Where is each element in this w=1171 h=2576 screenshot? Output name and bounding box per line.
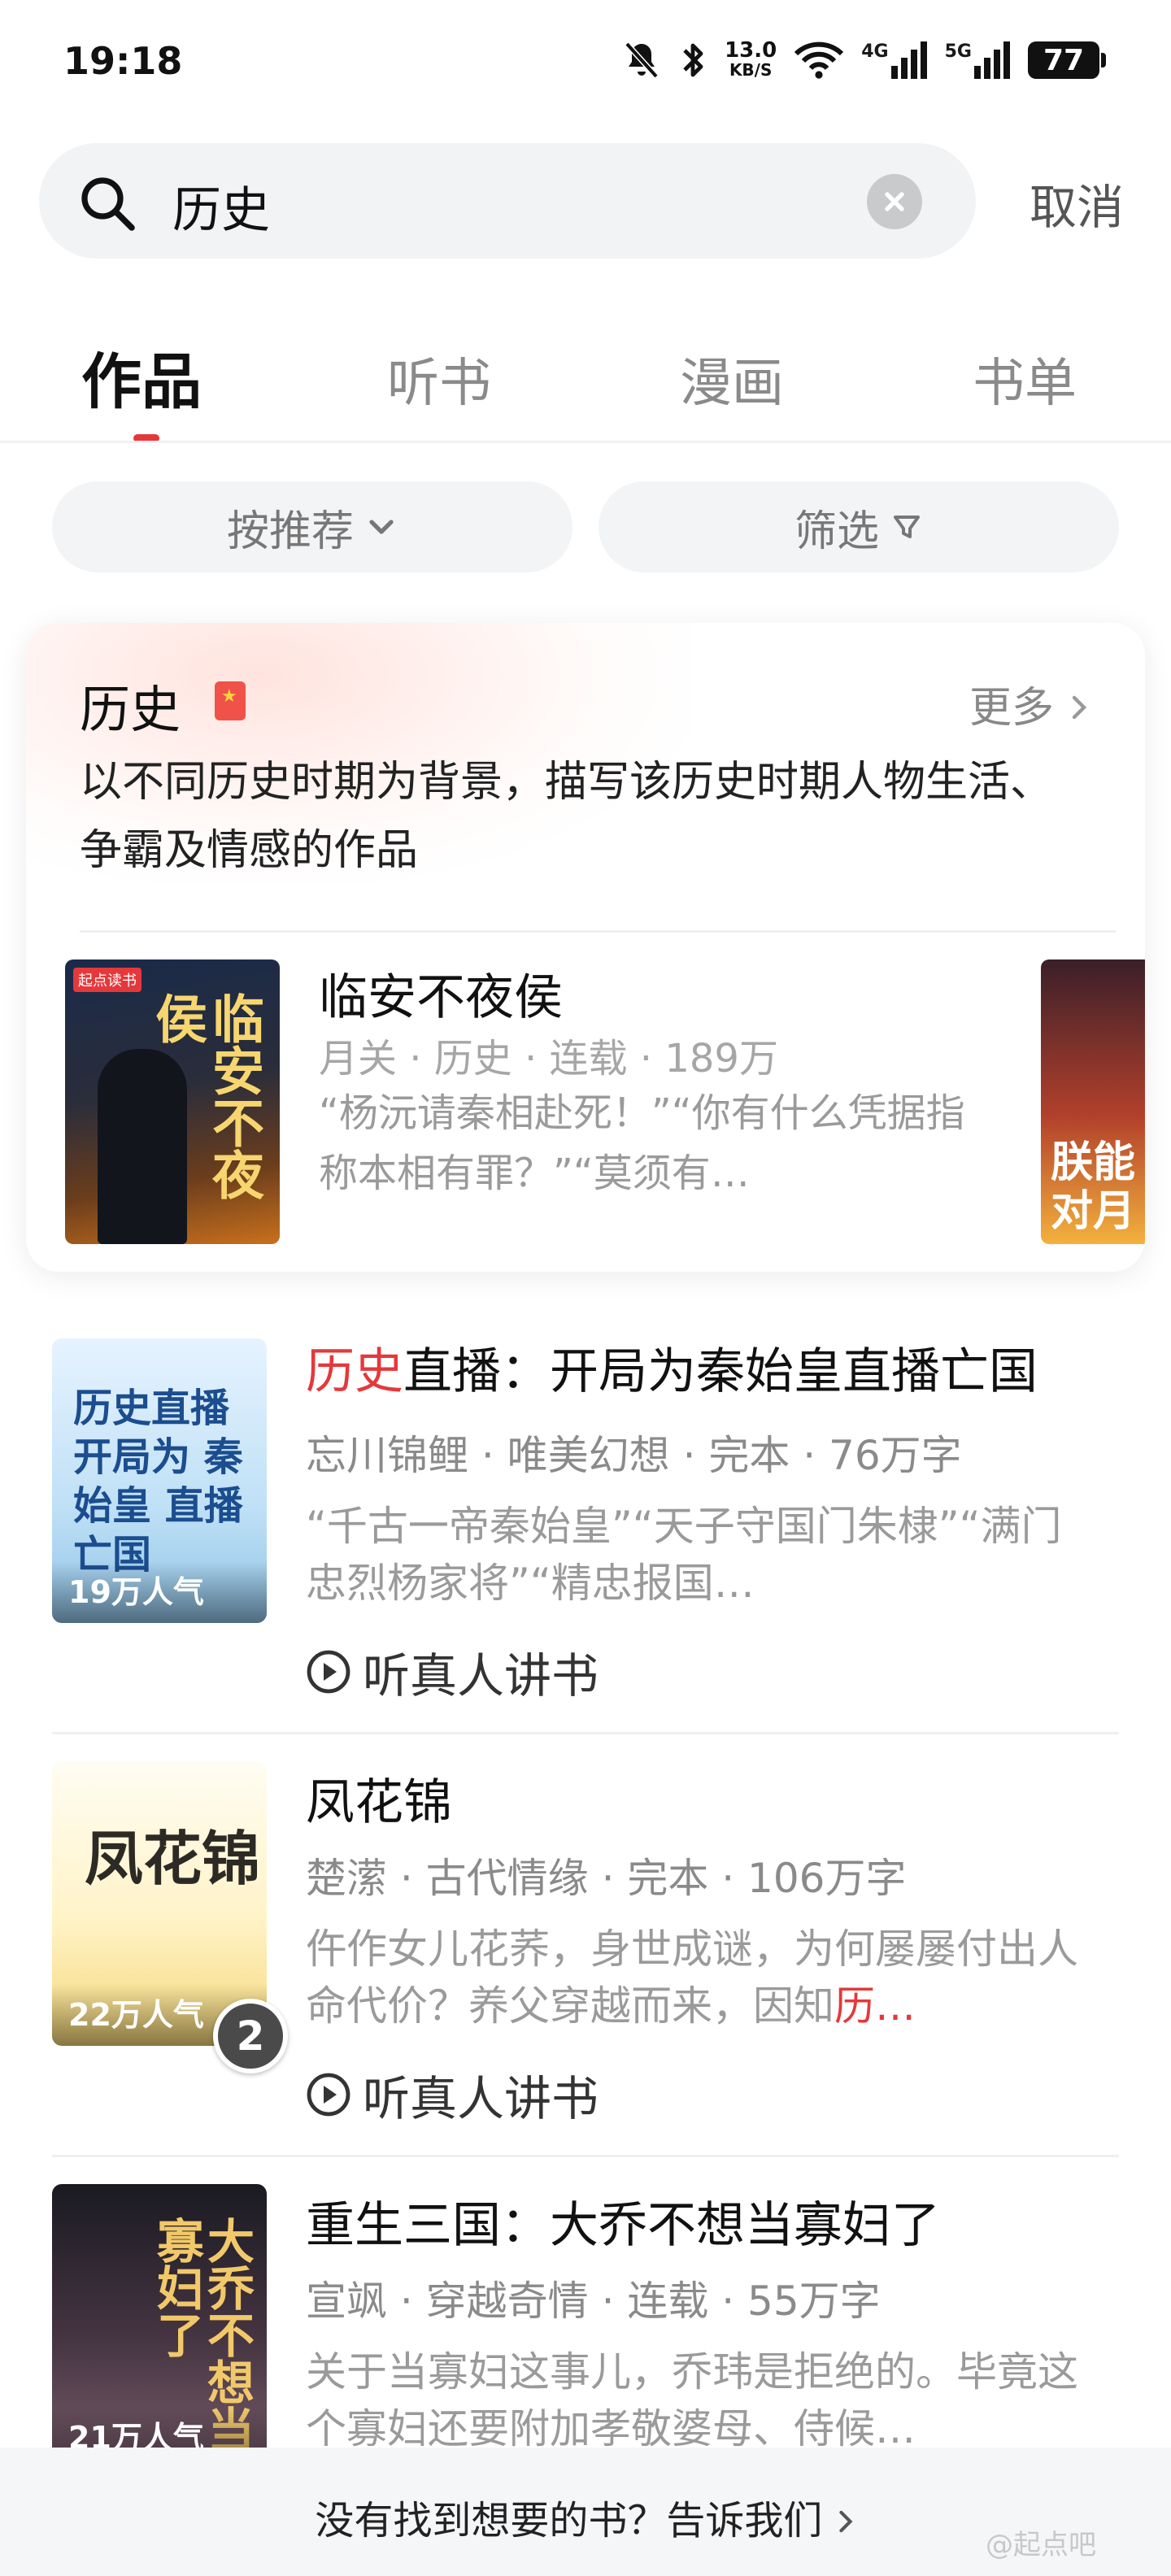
sort-dropdown[interactable]: 按推荐 [52, 481, 572, 572]
filter-button[interactable]: 筛选 [599, 481, 1119, 572]
net-speed-value: 13.0 [725, 38, 777, 63]
rank-badge: 2 [213, 1999, 288, 2073]
book-title[interactable]: 历史直播：开局为秦始皇直播亡国 [306, 1332, 1038, 1403]
tab-comics[interactable]: 漫画 [680, 342, 784, 416]
divider [52, 1732, 1119, 1734]
category-title: 历史 [80, 680, 181, 739]
chevron-down-icon [369, 520, 394, 534]
mute-bell-icon [625, 41, 659, 79]
book-description: 仵作女儿花荞，身世成谜，为何屡屡付出人命代价？养父穿越而来，因知历… [306, 1921, 1086, 2034]
book-meta: 宣飒 · 穿越奇情 · 连载 · 55万字 [306, 2278, 881, 2325]
signal-4g-label: 4G [861, 41, 889, 62]
filter-label: 筛选 [794, 507, 879, 556]
cancel-button[interactable]: 取消 [1030, 169, 1124, 237]
net-speed-unit: KB/S [729, 60, 773, 80]
clear-icon [885, 192, 904, 211]
status-icons: 13.0 KB/S 4G 5G 77 [622, 38, 1106, 81]
wifi-icon [794, 41, 844, 79]
play-circle-icon [307, 1650, 350, 1694]
popularity-label: 22万人气 [68, 1997, 204, 2033]
book-cover[interactable]: 历史直播 开局为 秦始皇 直播亡国 19万人气 [52, 1338, 267, 1623]
description-text: 关于当寡妇这事儿，乔玮是拒绝的。毕竟这个寡妇还要附加孝敬婆母、侍候… [306, 2348, 1078, 2452]
signal-icon [890, 41, 927, 79]
publisher-tag: 起点读书 [73, 968, 141, 992]
listen-label: 听真人讲书 [363, 2071, 599, 2126]
featured-book-meta: 月关 · 历史 · 连载 · 189万 [319, 1036, 778, 1081]
feedback-label: 没有找到想要的书？告诉我们 [315, 2498, 823, 2543]
signal-4g: 4G [861, 41, 927, 79]
description-text: 仵作女儿花荞，身世成谜，为何屡屡付出人命代价？养父穿越而来，因知 [306, 1925, 1078, 2030]
book-title[interactable]: 凤花锦 [306, 1763, 452, 1834]
book-description: 关于当寡妇这事儿，乔玮是拒绝的。毕竟这个寡妇还要附加孝敬婆母、侍候… [306, 2343, 1086, 2457]
next-book-cover[interactable]: 朕能对月 [1041, 959, 1145, 1244]
divider [80, 930, 1116, 933]
featured-book-description: “杨沅请秦相赴死！”“你有什么凭据指称本相有罪？”“莫须有… [319, 1090, 965, 1196]
description-text: “千古一帝秦始皇”“天子守国门朱棣”“满门忠烈杨家将”“精忠报国… [306, 1503, 1062, 1607]
book-title[interactable]: 重生三国：大乔不想当寡妇了 [306, 2186, 940, 2256]
next-cover-title: 朕能对月 [1051, 1138, 1136, 1236]
category-card[interactable]: 历史 更多 以不同历史时期为背景，描写该历史时期人物生活、争霸及情感的作品 起点… [26, 623, 1145, 1272]
category-more-link[interactable]: 更多 [969, 673, 1090, 734]
tab-works[interactable]: 作品 [81, 333, 202, 420]
popularity-label: 19万人气 [68, 1574, 204, 1610]
featured-book-title[interactable]: 临安不夜侯 [319, 958, 563, 1029]
book-meta: 楚潆 · 古代情缘 · 完本 · 106万字 [306, 1855, 907, 1902]
listen-button[interactable]: 听真人讲书 [306, 1638, 599, 1706]
play-circle-icon [307, 2073, 350, 2117]
title-rest: 重生三国：大乔不想当寡妇了 [306, 2197, 940, 2254]
divider [52, 2155, 1119, 2157]
bluetooth-icon [683, 43, 703, 77]
title-highlight: 历史 [306, 1343, 403, 1400]
title-rest: 凤花锦 [306, 1774, 452, 1831]
listen-label: 听真人讲书 [363, 1648, 599, 1704]
title-rest: 直播：开局为秦始皇直播亡国 [403, 1343, 1038, 1400]
net-speed: 13.0 KB/S [725, 38, 777, 80]
status-time: 19:18 [63, 39, 183, 83]
signal-icon [974, 41, 1010, 79]
tab-audiobooks[interactable]: 听书 [387, 342, 491, 416]
book-meta: 忘川锦鲤 · 唯美幻想 · 完本 · 76万字 [306, 1432, 962, 1479]
chevron-right-icon [839, 2510, 853, 2533]
more-label: 更多 [969, 684, 1055, 733]
chevron-right-icon [1072, 695, 1086, 720]
cover-title: 历史直播 开局为 秦始皇 直播亡国 [73, 1386, 243, 1577]
watermark: @起点吧 [986, 2529, 1096, 2561]
battery-icon: 77 [1028, 41, 1106, 79]
signal-5g-label: 5G [944, 41, 972, 62]
search-input[interactable]: 历史 [172, 171, 270, 242]
category-description: 以不同历史时期为背景，描写该历史时期人物生活、争霸及情感的作品 [80, 758, 1053, 875]
sort-label: 按推荐 [226, 507, 354, 556]
filter-icon [894, 516, 920, 538]
cover-title: 凤花锦 [85, 1825, 261, 1893]
book-description: “千古一帝秦始皇”“天子守国门朱棣”“满门忠烈杨家将”“精忠报国… [306, 1498, 1086, 1612]
book-cover[interactable]: 起点读书 临安不夜侯 [65, 959, 280, 1244]
tab-divider [0, 441, 1171, 443]
book-cover[interactable]: 大乔不想当寡妇了 21万人气 [52, 2184, 267, 2469]
listen-button[interactable]: 听真人讲书 [306, 2060, 599, 2129]
tab-booklists[interactable]: 书单 [973, 342, 1077, 416]
description-highlight: 历… [834, 1982, 916, 2030]
clear-search-button[interactable] [867, 174, 922, 229]
signal-5g: 5G [945, 41, 1010, 79]
category-badge-icon [215, 681, 246, 720]
search-icon [81, 177, 135, 231]
cover-title: 临安不夜侯 [146, 992, 263, 1200]
